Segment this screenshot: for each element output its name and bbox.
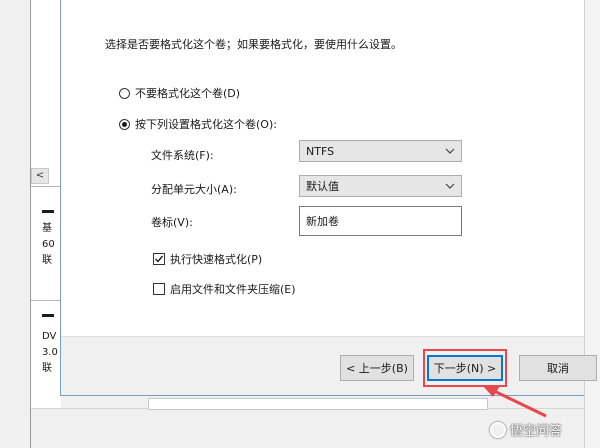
format-partition-dialog: 选择是否要格式化这个卷；如果要格式化，要使用什么设置。 不要格式化这个卷(D) …: [60, 0, 584, 396]
radio-button-icon[interactable]: [119, 87, 130, 99]
disk0-label-line: 联: [42, 255, 52, 266]
checkbox-unchecked-icon[interactable]: [153, 283, 165, 295]
radio-format-label: 按下列设置格式化这个卷(O):: [135, 118, 277, 131]
volume-label-input[interactable]: 新加卷: [299, 206, 462, 236]
radio-button-selected-icon[interactable]: [119, 118, 130, 130]
quick-format-checkbox[interactable]: 执行快速格式化(P): [153, 251, 262, 267]
radio-no-format[interactable]: 不要格式化这个卷(D): [119, 85, 240, 101]
filesystem-select[interactable]: NTFS: [299, 140, 462, 162]
chevron-down-icon: [445, 148, 455, 154]
instruction-text: 选择是否要格式化这个卷；如果要格式化，要使用什么设置。: [105, 38, 402, 51]
background-volume-box: [148, 398, 488, 410]
radio-format[interactable]: 按下列设置格式化这个卷(O):: [119, 116, 277, 132]
disk1-label-line: 联: [42, 363, 52, 374]
filesystem-value: NTFS: [306, 144, 335, 158]
back-button[interactable]: < 上一步(B): [340, 355, 414, 381]
compression-label: 启用文件和文件夹压缩(E): [170, 283, 296, 296]
allocation-unit-value: 默认值: [306, 180, 339, 193]
radio-no-format-label: 不要格式化这个卷(D): [135, 87, 241, 100]
pane-divider: [31, 186, 61, 187]
cancel-button[interactable]: 取消: [519, 355, 597, 381]
allocation-unit-label: 分配单元大小(A):: [151, 183, 237, 196]
wukong-logo-icon: [490, 421, 506, 438]
watermark-text: 悟空问答: [510, 424, 563, 439]
disk0-label-line: 基: [42, 223, 52, 234]
chevron-down-icon: [445, 183, 455, 189]
dvd-icon: [42, 314, 54, 317]
disk1-label-line: 3.0: [42, 347, 58, 358]
quick-format-label: 执行快速格式化(P): [170, 253, 263, 266]
scroll-left-button[interactable]: <: [31, 168, 49, 184]
watermark: 悟空问答: [490, 420, 562, 439]
disk0-label-line: 60: [42, 239, 55, 250]
dialog-content: 选择是否要格式化这个卷；如果要格式化，要使用什么设置。 不要格式化这个卷(D) …: [61, 0, 584, 336]
filesystem-label: 文件系统(F):: [151, 149, 214, 162]
compression-checkbox[interactable]: 启用文件和文件夹压缩(E): [153, 281, 296, 297]
disk1-label-line: DV: [42, 331, 57, 342]
allocation-unit-select[interactable]: 默认值: [299, 175, 462, 197]
disk-icon: [42, 210, 54, 213]
volume-label-label: 卷标(V):: [151, 216, 193, 229]
checkbox-checked-icon[interactable]: [153, 253, 165, 265]
pane-divider: [31, 300, 61, 301]
